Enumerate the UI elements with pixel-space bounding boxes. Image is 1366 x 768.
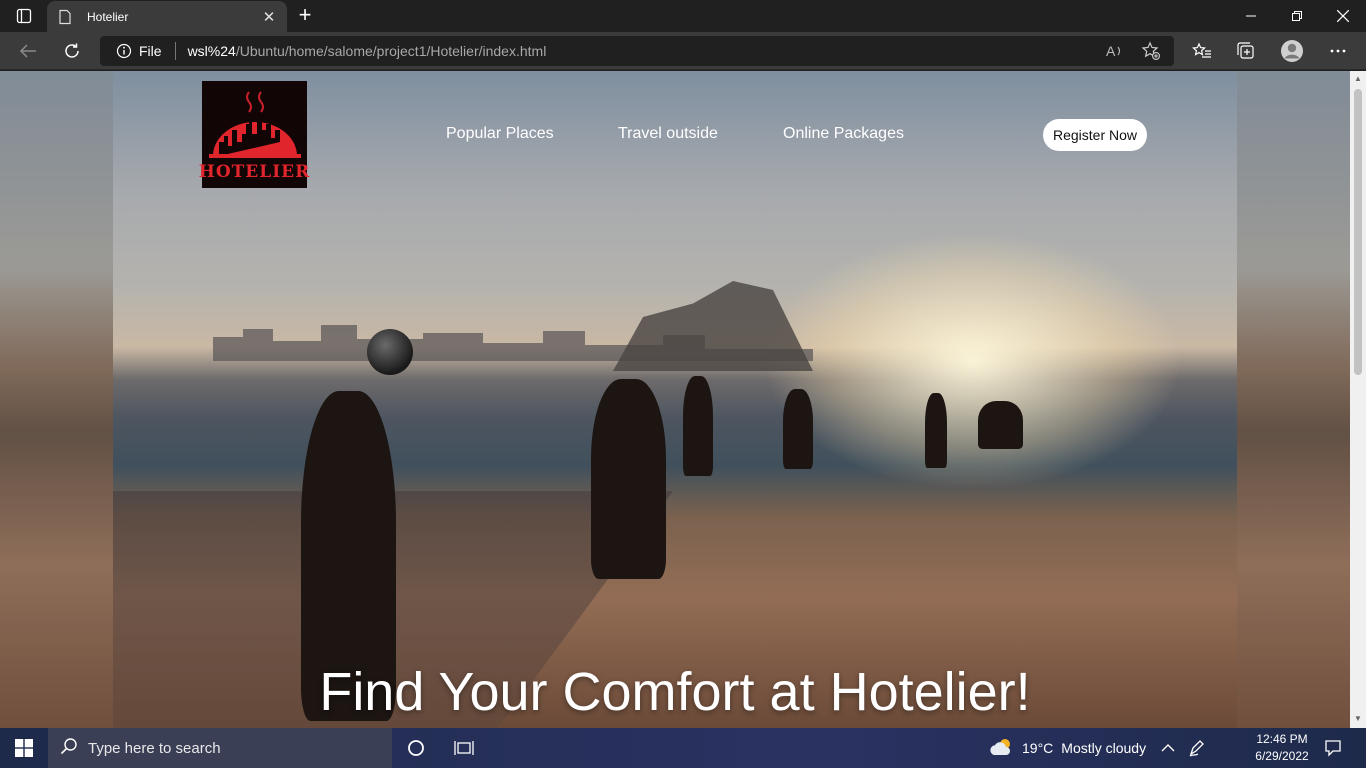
url-input[interactable]: File wsl%24/Ubuntu/home/salome/project1/… <box>100 36 1174 66</box>
nav-link-travel-outside[interactable]: Travel outside <box>618 125 718 143</box>
clock-date: 6/29/2022 <box>1255 749 1309 763</box>
pen-icon[interactable] <box>1174 728 1220 768</box>
person-silhouette <box>978 401 1023 449</box>
nav-link-popular-places[interactable]: Popular Places <box>446 125 554 143</box>
windows-start-icon[interactable] <box>0 728 48 768</box>
weather-widget[interactable]: 19°C Mostly cloudy <box>988 728 1146 768</box>
info-icon[interactable] <box>116 43 132 59</box>
hero-headline: Find Your Comfort at Hotelier! <box>319 662 1031 722</box>
page-icon <box>57 9 73 25</box>
hotelier-logo[interactable]: HOTELIER <box>198 81 311 188</box>
weather-desc: Mostly cloudy <box>1061 740 1147 756</box>
nav-link-online-packages[interactable]: Online Packages <box>783 125 904 143</box>
weather-temp: 19°C <box>1022 740 1054 756</box>
taskbar-clock[interactable]: 12:46 PM 6/29/2022 <box>1246 731 1318 765</box>
taskbar: Type here to search 19°C Mostly cloudy 1… <box>0 728 1366 768</box>
soccer-ball <box>367 329 413 375</box>
add-favorite-icon[interactable] <box>1139 39 1163 63</box>
person-silhouette <box>591 379 666 579</box>
tab-actions-icon[interactable] <box>8 4 40 28</box>
tab-bar: Hotelier ✕ + <box>0 0 1366 32</box>
url-divider <box>174 42 176 60</box>
new-tab-icon[interactable]: + <box>293 4 317 27</box>
url-path: /Ubuntu/home/salome/project1/Hotelier/in… <box>235 43 547 59</box>
person-silhouette <box>683 376 713 476</box>
task-view-icon[interactable] <box>440 728 488 768</box>
profile-avatar-icon[interactable] <box>1276 37 1308 65</box>
scroll-down-icon[interactable]: ▼ <box>1353 714 1363 724</box>
cloche-skyline-icon <box>208 91 301 158</box>
hero-section: HOTELIER Popular Places Travel outside O… <box>113 71 1237 728</box>
background-image-right <box>1237 71 1350 728</box>
cortana-icon[interactable] <box>392 728 440 768</box>
favorites-icon[interactable] <box>1186 37 1218 65</box>
protocol-label: File <box>139 43 162 59</box>
minimize-icon[interactable] <box>1228 0 1274 32</box>
read-aloud-icon[interactable]: A <box>1103 39 1127 63</box>
person-silhouette <box>783 389 813 469</box>
search-placeholder: Type here to search <box>88 739 221 757</box>
collections-icon[interactable] <box>1230 37 1262 65</box>
taskbar-search-input[interactable]: Type here to search <box>48 728 392 768</box>
back-icon[interactable] <box>13 37 43 65</box>
scroll-thumb[interactable] <box>1354 89 1362 375</box>
scroll-up-icon[interactable]: ▲ <box>1353 74 1363 84</box>
tab-hotelier[interactable]: Hotelier ✕ <box>47 1 287 32</box>
notifications-icon[interactable] <box>1310 728 1356 768</box>
address-toolbar: File wsl%24/Ubuntu/home/salome/project1/… <box>0 32 1366 70</box>
restore-icon[interactable] <box>1274 0 1320 32</box>
close-tab-icon[interactable]: ✕ <box>261 8 277 26</box>
page-scrollbar[interactable]: ▲ ▼ <box>1350 71 1366 728</box>
background-image-left <box>0 71 113 728</box>
clock-time: 12:46 PM <box>1256 732 1308 746</box>
logo-text: HOTELIER <box>198 162 311 182</box>
url-host: wsl%24 <box>187 43 236 59</box>
tab-title: Hotelier <box>87 9 129 24</box>
svg-text:A: A <box>1106 43 1116 59</box>
cloudy-sun-icon <box>988 737 1014 760</box>
search-icon <box>60 737 78 760</box>
page-viewport: HOTELIER Popular Places Travel outside O… <box>0 71 1350 728</box>
mountain-silhouette <box>613 281 813 371</box>
close-window-icon[interactable] <box>1320 0 1366 32</box>
more-options-icon[interactable] <box>1322 37 1354 65</box>
refresh-icon[interactable] <box>57 37 87 65</box>
register-now-button[interactable]: Register Now <box>1043 119 1147 151</box>
person-silhouette <box>925 393 947 468</box>
